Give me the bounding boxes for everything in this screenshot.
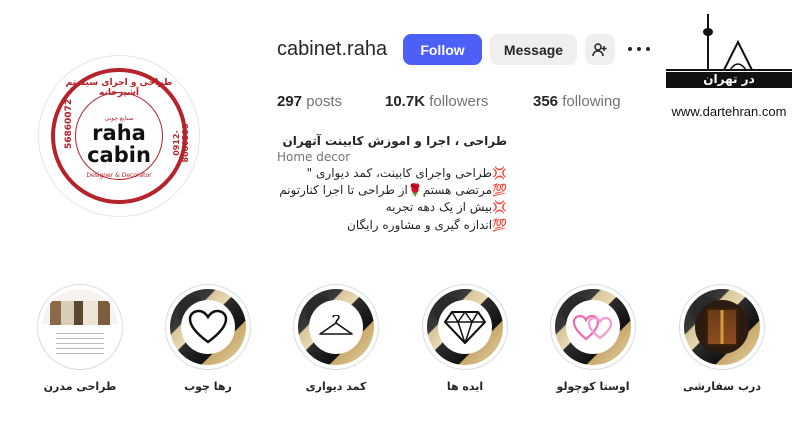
hanger-icon [319,315,353,335]
bio-category: Home decor [277,150,351,164]
highlight-cover[interactable] [37,284,123,370]
logo-badge: طراحی و اجرای سیستم آشپزخانه صنایع چوبی … [51,68,190,204]
highlight-label: اوستا کوچولو [556,380,630,393]
highlight-cover[interactable] [679,284,765,370]
highlight-marble-bg [555,289,631,365]
bio-line: 💢طراحی واجرای کابینت، کمد دیواری " [306,166,507,180]
highlight-item[interactable]: درب سفارشی [677,284,767,393]
posts-count: 297 [277,93,303,110]
suggest-users-button[interactable] [585,34,615,65]
follow-button[interactable]: Follow [403,34,482,65]
highlight-item[interactable]: ایده ها [420,284,510,393]
highlight-label: درب سفارشی [682,380,761,393]
highlight-marble-bg [684,289,760,365]
profile-avatar[interactable]: طراحی و اجرای سیستم آشپزخانه صنایع چوبی … [38,55,200,217]
highlight-item[interactable]: اوستا کوچولو [548,284,638,393]
diamond-icon [444,310,486,344]
highlight-label: کمد دیواری [305,380,367,393]
watermark-url: www.dartehran.com [671,104,787,119]
more-options-icon[interactable] [628,40,650,58]
following-label: following [562,93,621,110]
door-photo-icon [706,308,738,346]
bio-line: 💯مرتضی هستم🌹از طراحی تا اجرا کنارتونم [279,183,507,197]
highlight-label: رها چوب [184,380,232,393]
bio-line: 💯اندازه گیری و مشاوره رایگان [347,218,507,232]
following-stat[interactable]: 356 following [533,93,621,110]
highlight-item[interactable]: کمد دیواری [291,284,381,393]
profile-username: cabinet.raha [277,38,388,60]
bio-name: طراحی ، اجرا و اموزش کابینت آتهران [282,134,507,148]
posts-label: posts [306,93,343,110]
message-button[interactable]: Message [490,34,577,65]
highlight-marble-bg [427,289,503,365]
heart-icon [188,309,228,344]
highlight-item[interactable]: رها چوب [163,284,253,393]
highlight-photo [42,289,118,365]
posts-stat: 297 posts [277,93,342,110]
highlight-cover[interactable] [293,284,379,370]
highlight-marble-bg [170,289,246,365]
add-user-icon [592,42,607,56]
followers-count: 10.7K [385,93,426,110]
highlight-item[interactable]: طراحی مدرن [35,284,125,393]
highlight-label: ایده ها [446,380,484,393]
highlight-cover[interactable] [550,284,636,370]
following-count: 356 [533,93,559,110]
highlight-marble-bg [298,289,374,365]
followers-label: followers [429,93,489,110]
highlight-cover[interactable] [422,284,508,370]
watermark-fa-text: در تهران [703,72,755,86]
logo-inner-circle: صنایع چوبی raha cabin [75,92,163,180]
highlight-label: طراحی مدرن [43,380,117,393]
logo-phone-2: 0912- 8080398 [172,123,190,163]
neon-hearts-icon [572,314,613,341]
dartehran-watermark: در تهران www.dartehran.com [664,12,794,122]
logo-tagline: Designer & Decorator [86,172,152,179]
followers-stat[interactable]: 10.7K followers [385,93,488,110]
logo-word-raha: raha [92,121,146,145]
logo-word-cabin: cabin [87,143,151,167]
bio-line: 💢بیش از یک دهه تجربه [385,200,507,214]
highlight-cover[interactable] [165,284,251,370]
logo-phone-1: 56860072 [64,98,74,149]
